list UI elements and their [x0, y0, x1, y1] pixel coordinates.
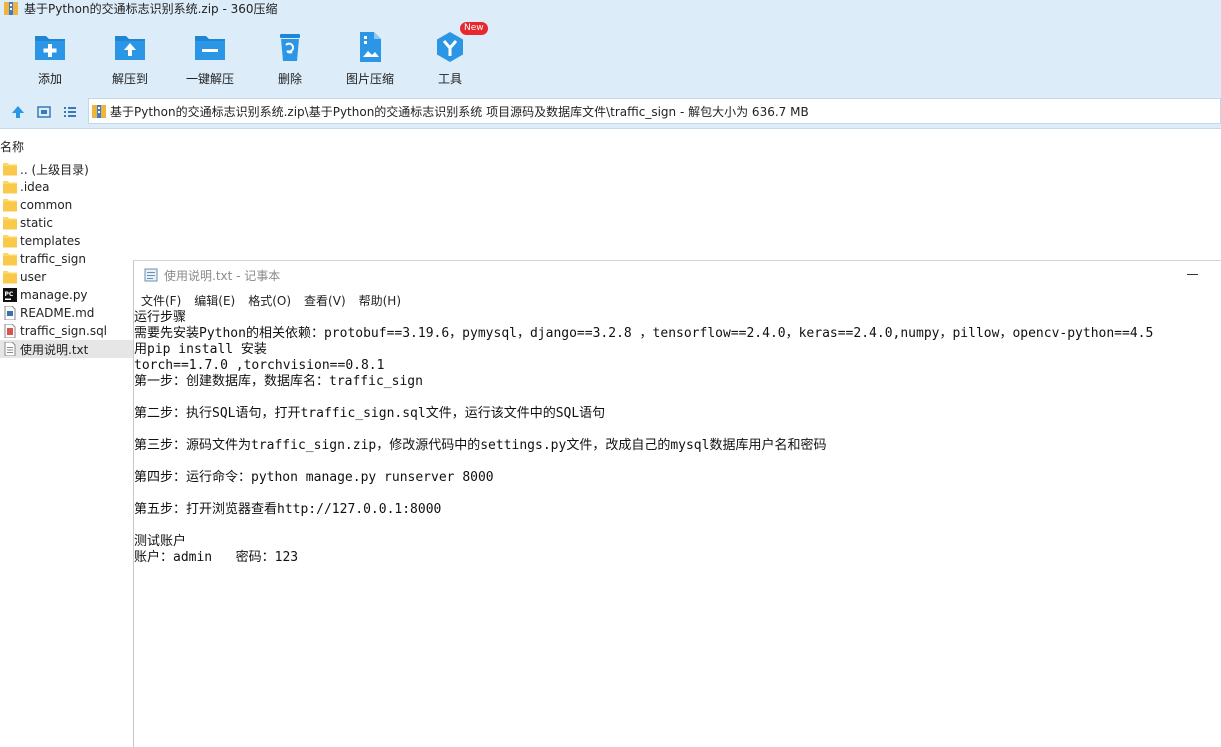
text-line: 需要先安装Python的相关依赖：protobuf==3.19.6，pymysq…	[134, 326, 1154, 341]
notepad-icon	[144, 268, 158, 282]
text-line: 运行步骤	[134, 310, 187, 325]
menu-help[interactable]: 帮助(H)	[359, 292, 401, 309]
archive-app-icon	[4, 1, 18, 15]
notepad-window: 使用说明.txt - 记事本 文件(F) 编辑(E) 格式(O) 查看(V) 帮…	[133, 260, 1221, 747]
menu-view[interactable]: 查看(V)	[304, 292, 346, 309]
text-line: 用pip install 安装	[134, 342, 267, 357]
toolbar: 添加 解压到 一键解压 删除 图片压缩 New 工具	[0, 16, 1221, 96]
extract-to-label: 解压到	[111, 72, 148, 86]
notepad-menu-bar: 文件(F) 编辑(E) 格式(O) 查看(V) 帮助(H)	[134, 290, 1221, 310]
up-arrow-icon[interactable]	[10, 104, 26, 120]
text-line: 第一步：创建数据库，数据库名：traffic_sign	[134, 374, 423, 389]
image-compress-button[interactable]: 图片压缩	[330, 30, 410, 87]
list-item[interactable]: .. (上级目录)	[0, 160, 133, 178]
text-line: 第三步：源码文件为traffic_sign.zip，修改源代码中的setting…	[134, 438, 827, 453]
text-line: 第五步：打开浏览器查看http://127.0.0.1:8000	[134, 502, 442, 517]
file-name: traffic_sign	[20, 252, 86, 266]
folder-icon	[3, 235, 17, 248]
list-item[interactable]: README.md	[0, 304, 133, 322]
tools-button[interactable]: New 工具	[410, 22, 490, 87]
list-item[interactable]: common	[0, 196, 133, 214]
column-header-name[interactable]: 名称	[0, 138, 24, 155]
folder-icon	[3, 163, 17, 176]
menu-file[interactable]: 文件(F)	[141, 292, 181, 309]
file-name: traffic_sign.sql	[20, 324, 108, 338]
file-list: .. (上级目录) .idea common static templates …	[0, 160, 133, 358]
list-view-icon[interactable]	[62, 104, 78, 120]
file-name: common	[20, 198, 73, 212]
list-item[interactable]: templates	[0, 232, 133, 250]
folder-icon	[3, 253, 17, 266]
markdown-file-icon	[4, 306, 16, 320]
file-name: .idea	[20, 180, 50, 194]
one-click-extract-label: 一键解压	[185, 72, 234, 86]
notepad-title-bar: 使用说明.txt - 记事本	[134, 261, 1221, 289]
tools-icon	[437, 32, 463, 62]
list-item[interactable]: user	[0, 268, 133, 286]
menu-edit[interactable]: 编辑(E)	[194, 292, 235, 309]
sql-file-icon	[4, 324, 16, 338]
add-icon	[35, 36, 65, 60]
list-item[interactable]: traffic_sign	[0, 250, 133, 268]
add-button[interactable]: 添加	[10, 30, 90, 87]
list-item[interactable]: traffic_sign.sql	[0, 322, 133, 340]
window-title: 基于Python的交通标志识别系统.zip - 360压缩	[24, 1, 278, 16]
one-click-extract-icon	[195, 36, 225, 60]
file-name: manage.py	[20, 288, 88, 302]
file-name: README.md	[20, 306, 95, 320]
address-path: 基于Python的交通标志识别系统.zip\基于Python的交通标志识别系统 …	[110, 104, 809, 119]
title-bar: 基于Python的交通标志识别系统.zip - 360压缩	[0, 0, 1221, 16]
folder-icon	[3, 271, 17, 284]
extract-to-button[interactable]: 解压到	[90, 30, 170, 87]
list-item[interactable]: .idea	[0, 178, 133, 196]
folder-icon	[3, 181, 17, 194]
new-badge: New	[460, 22, 488, 35]
image-compress-icon	[360, 32, 381, 62]
image-compress-label: 图片压缩	[345, 72, 394, 86]
text-line: torch==1.7.0 ,torchvision==0.8.1	[134, 358, 385, 373]
text-line: 测试账户	[134, 534, 187, 549]
tools-label: 工具	[437, 72, 462, 86]
add-label: 添加	[37, 72, 62, 86]
svg-text:PC: PC	[5, 291, 14, 298]
list-item[interactable]: 使用说明.txt	[0, 340, 133, 358]
notepad-text-area[interactable]: 运行步骤 需要先安装Python的相关依赖：protobuf==3.19.6，p…	[134, 310, 1221, 747]
zip-archive-icon	[92, 104, 106, 118]
text-line: 账户：admin 密码：123	[134, 550, 299, 565]
file-name: .. (上级目录)	[20, 162, 89, 177]
extract-to-icon	[115, 36, 145, 60]
delete-icon	[280, 34, 300, 61]
list-item[interactable]: static	[0, 214, 133, 232]
file-name: user	[20, 270, 47, 284]
file-name: 使用说明.txt	[20, 342, 89, 357]
pycharm-file-icon: PC	[3, 288, 17, 302]
address-bar[interactable]: 基于Python的交通标志识别系统.zip\基于Python的交通标志识别系统 …	[88, 98, 1221, 124]
menu-format[interactable]: 格式(O)	[248, 292, 291, 309]
delete-button[interactable]: 删除	[250, 30, 330, 87]
one-click-extract-button[interactable]: 一键解压	[170, 30, 250, 87]
file-name: static	[20, 216, 53, 230]
list-item[interactable]: PC manage.py	[0, 286, 133, 304]
text-line: 第四步：运行命令：python manage.py runserver 8000	[134, 470, 494, 485]
minimize-button[interactable]	[1187, 274, 1198, 275]
delete-label: 删除	[277, 72, 302, 86]
text-line: 第二步：执行SQL语句，打开traffic_sign.sql文件，运行该文件中的…	[134, 406, 606, 421]
file-name: templates	[20, 234, 81, 248]
text-file-icon	[4, 342, 16, 356]
folder-icon	[3, 199, 17, 212]
address-row: 基于Python的交通标志识别系统.zip\基于Python的交通标志识别系统 …	[0, 96, 1221, 129]
folder-icon	[3, 217, 17, 230]
notepad-title: 使用说明.txt - 记事本	[164, 268, 281, 283]
thumbnail-view-icon[interactable]	[36, 104, 52, 120]
